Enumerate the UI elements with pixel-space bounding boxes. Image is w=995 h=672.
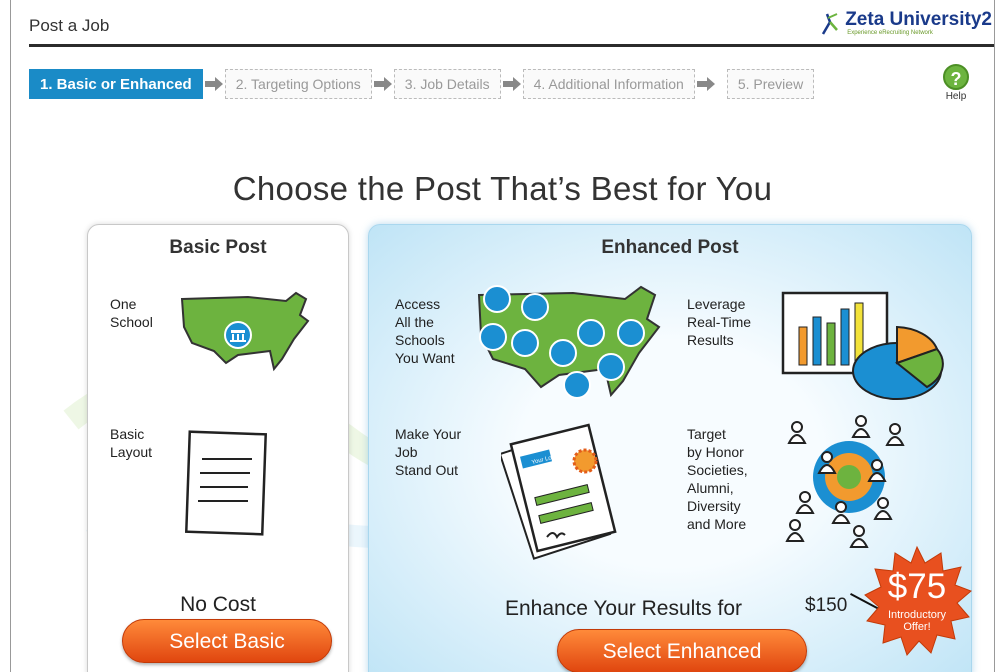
feature-one-school: One School — [110, 296, 153, 330]
help-label: Help — [945, 91, 967, 102]
post-job-frame: Post a Job Zeta University2 Experience e… — [10, 0, 995, 672]
runner-logo-icon — [822, 13, 839, 35]
header: Post a Job Zeta University2 Experience e… — [11, 0, 994, 47]
feature-target-groups: Target by Honor Societies, Alumni, Diver… — [687, 426, 748, 532]
page-headline: Choose the Post That’s Best for You — [232, 170, 773, 207]
enhanced-document-icon: Your Logo — [501, 423, 617, 560]
zeta-university-logo: Zeta University2 Experience eRecruiting … — [819, 10, 992, 37]
arrow-right-icon — [203, 69, 225, 99]
step-job-details[interactable]: 3. Job Details — [393, 69, 501, 99]
header-divider — [29, 44, 994, 47]
price-starburst-badge: $75 Introductory Offer! — [861, 545, 973, 657]
new-price: $75 — [887, 567, 947, 606]
us-map-many-schools-icon — [477, 285, 661, 399]
us-map-one-school-icon — [180, 291, 310, 372]
logo-name: Zeta University — [845, 9, 982, 30]
introductory-offer-label: Introductory Offer! — [887, 609, 947, 633]
arrow-right-icon — [372, 69, 394, 99]
old-price: $150 — [805, 595, 848, 616]
feature-leverage-results: Leverage Real-Time Results — [687, 296, 752, 348]
feature-basic-layout: Basic Layout — [110, 426, 153, 460]
enhanced-post-card: Enhanced Post Access All the Schools You… — [368, 224, 972, 672]
bar-pie-chart-icon — [781, 291, 944, 400]
help-button[interactable]: ? Help — [941, 64, 971, 102]
enhanced-post-title: Enhanced Post — [601, 237, 739, 258]
step-basic-or-enhanced[interactable]: 1. Basic or Enhanced — [29, 69, 203, 99]
basic-cost: No Cost — [180, 593, 256, 616]
step-preview[interactable]: 5. Preview — [726, 69, 815, 99]
arrow-right-icon — [501, 69, 523, 99]
basic-post-title: Basic Post — [169, 237, 267, 258]
enhance-results-text: Enhance Your Results for — [505, 597, 742, 620]
logo-suffix: 2 — [981, 9, 992, 30]
select-enhanced-button[interactable]: Select Enhanced — [557, 629, 807, 672]
basic-document-icon — [184, 430, 268, 536]
help-icon[interactable]: ? — [943, 64, 969, 90]
feature-access-schools: Access All the Schools You Want — [395, 296, 455, 366]
select-basic-button[interactable]: Select Basic — [122, 619, 332, 663]
logo-tagline: Experience eRecruiting Network — [847, 30, 933, 36]
feature-stand-out: Make Your Job Stand Out — [395, 426, 462, 478]
step-targeting-options[interactable]: 2. Targeting Options — [224, 69, 372, 99]
page-title: Post a Job — [29, 16, 110, 35]
basic-post-card: Basic Post One School Basic Layout No Co… — [87, 224, 349, 672]
arrow-right-icon — [695, 69, 717, 99]
wizard-steps: 1. Basic or Enhanced 2. Targeting Option… — [29, 68, 815, 100]
step-additional-information[interactable]: 4. Additional Information — [522, 69, 695, 99]
target-audience-icon — [785, 415, 905, 548]
